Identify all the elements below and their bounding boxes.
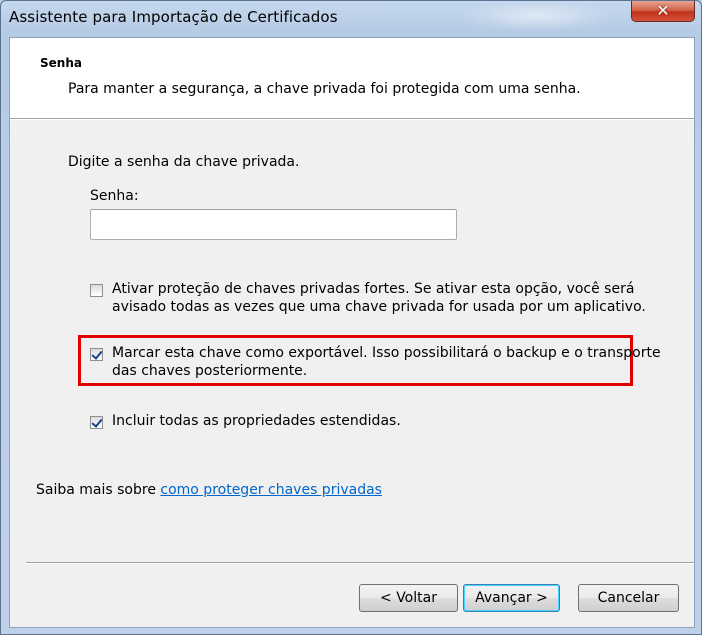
exportable-label: Marcar esta chave como exportável. Isso …: [112, 344, 661, 380]
title-bar[interactable]: Assistente para Importação de Certificad…: [1, 1, 701, 37]
password-label: Senha:: [90, 188, 139, 204]
exportable-checkbox[interactable]: [90, 348, 103, 361]
exportable-label-line1: Marcar esta chave como exportável. Isso …: [112, 345, 661, 361]
close-button[interactable]: ✕: [631, 1, 695, 22]
window-title: Assistente para Importação de Certificad…: [9, 8, 338, 26]
close-icon: ✕: [656, 1, 670, 20]
password-prompt: Digite a senha da chave privada.: [68, 154, 300, 170]
strong-protection-label-line2: avisado todas as vezes que uma chave pri…: [112, 299, 646, 315]
learn-more-text: Saiba mais sobre como proteger chaves pr…: [36, 482, 382, 498]
next-button[interactable]: Avançar >: [463, 584, 560, 612]
dialog-window: Assistente para Importação de Certificad…: [0, 0, 702, 635]
strong-protection-option[interactable]: Ativar proteção de chaves privadas forte…: [90, 280, 646, 316]
strong-protection-label: Ativar proteção de chaves privadas forte…: [112, 280, 646, 316]
cancel-button[interactable]: Cancelar: [578, 584, 679, 612]
strong-protection-label-line1: Ativar proteção de chaves privadas forte…: [112, 281, 635, 297]
footer-divider: [26, 562, 694, 564]
exportable-label-line2: das chaves posteriormente.: [112, 363, 308, 379]
header-divider: [10, 118, 694, 120]
page-title: Senha: [40, 56, 82, 70]
extended-properties-option[interactable]: Incluir todas as propriedades estendidas…: [90, 412, 401, 430]
wizard-content: Senha Para manter a segurança, a chave p…: [9, 37, 695, 628]
learn-more-link[interactable]: como proteger chaves privadas: [160, 482, 382, 498]
back-button[interactable]: < Voltar: [359, 584, 458, 612]
extended-properties-checkbox[interactable]: [90, 416, 103, 429]
page-description: Para manter a segurança, a chave privada…: [68, 81, 581, 97]
title-bar-glow: [461, 1, 611, 31]
learn-more-prefix: Saiba mais sobre: [36, 482, 156, 498]
extended-properties-label: Incluir todas as propriedades estendidas…: [112, 413, 401, 429]
strong-protection-checkbox[interactable]: [90, 284, 103, 297]
exportable-option[interactable]: Marcar esta chave como exportável. Isso …: [90, 344, 661, 380]
password-input[interactable]: [90, 209, 457, 240]
wizard-header: Senha Para manter a segurança, a chave p…: [10, 38, 694, 119]
